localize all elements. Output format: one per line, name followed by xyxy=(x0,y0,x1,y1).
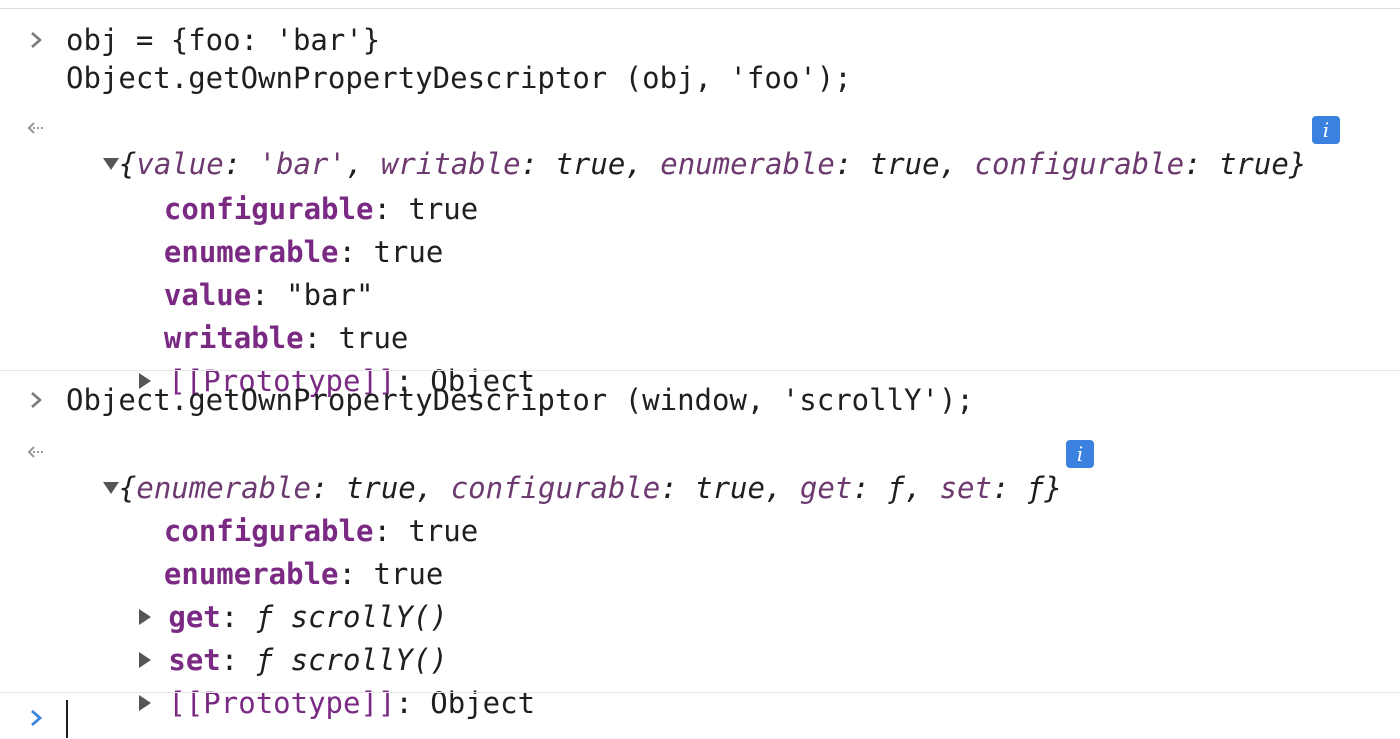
entry-divider xyxy=(0,692,1400,693)
console-input-line[interactable]: Object.getOwnPropertyDescriptor (window,… xyxy=(66,382,974,418)
property-row: configurable: true xyxy=(163,192,479,226)
result-preview-row[interactable]: {value: 'bar', writable: true, enumerabl… xyxy=(68,110,1306,181)
triangle-down-icon[interactable] xyxy=(102,158,119,170)
input-prompt-icon xyxy=(24,382,48,418)
accessor-row-set[interactable]: set: ƒ scrollY() xyxy=(104,606,448,677)
chevron-right-icon xyxy=(24,700,48,736)
info-icon[interactable]: i xyxy=(1066,440,1094,468)
entry-divider xyxy=(0,370,1400,371)
property-row: writable: true xyxy=(163,321,409,355)
text-cursor xyxy=(66,700,68,738)
prototype-row[interactable]: [[Prototype]]: Object xyxy=(104,649,535,720)
console-input-line[interactable]: obj = {foo: 'bar'} xyxy=(66,22,380,58)
return-arrow-icon xyxy=(24,110,48,146)
info-icon[interactable]: i xyxy=(1312,116,1340,144)
console-prompt-input[interactable] xyxy=(66,700,1366,736)
console-input-line[interactable]: Object.getOwnPropertyDescriptor (obj, 'f… xyxy=(66,60,852,96)
result-preview-row[interactable]: {enumerable: true, configurable: true, g… xyxy=(68,434,1062,505)
triangle-down-icon[interactable] xyxy=(102,482,119,494)
input-prompt-icon xyxy=(24,22,48,58)
property-row: enumerable: true xyxy=(163,235,444,269)
prototype-row[interactable]: [[Prototype]]: Object xyxy=(104,327,535,398)
property-row: value: "bar" xyxy=(163,278,374,312)
property-row: enumerable: true xyxy=(163,557,444,591)
return-arrow-icon xyxy=(24,434,48,470)
console-top-border xyxy=(0,0,1400,9)
accessor-row-get[interactable]: get: ƒ scrollY() xyxy=(104,563,448,634)
property-row: configurable: true xyxy=(163,514,479,548)
